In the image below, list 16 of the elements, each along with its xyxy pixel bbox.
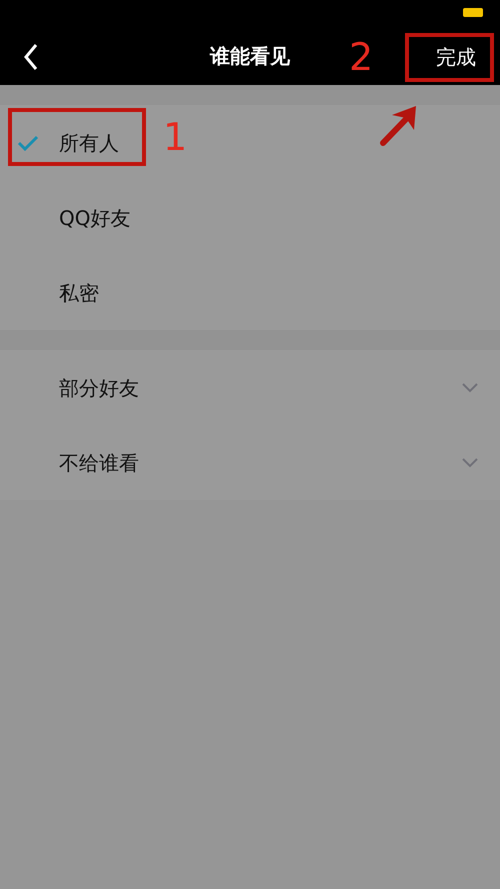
expand-row[interactable]: 部分好友 xyxy=(0,350,500,425)
expand-row[interactable]: 不给谁看 xyxy=(0,425,500,500)
option-label: 不给谁看 xyxy=(59,450,139,476)
battery-icon xyxy=(463,8,483,17)
annotation-number: 1 xyxy=(163,118,188,156)
annotation-number: 2 xyxy=(349,38,374,76)
option-row[interactable]: 所有人 1 xyxy=(0,105,500,180)
option-row[interactable]: 私密 xyxy=(0,255,500,330)
screen-title: 谁能看见 xyxy=(210,43,290,70)
back-icon xyxy=(23,43,39,71)
option-label: 所有人 xyxy=(59,130,119,156)
option-row[interactable]: QQ好友 xyxy=(0,180,500,255)
option-label: 私密 xyxy=(59,280,99,306)
option-label: 部分好友 xyxy=(59,374,139,402)
done-button[interactable]: 完成 xyxy=(424,38,488,76)
option-label: QQ好友 xyxy=(59,204,130,232)
